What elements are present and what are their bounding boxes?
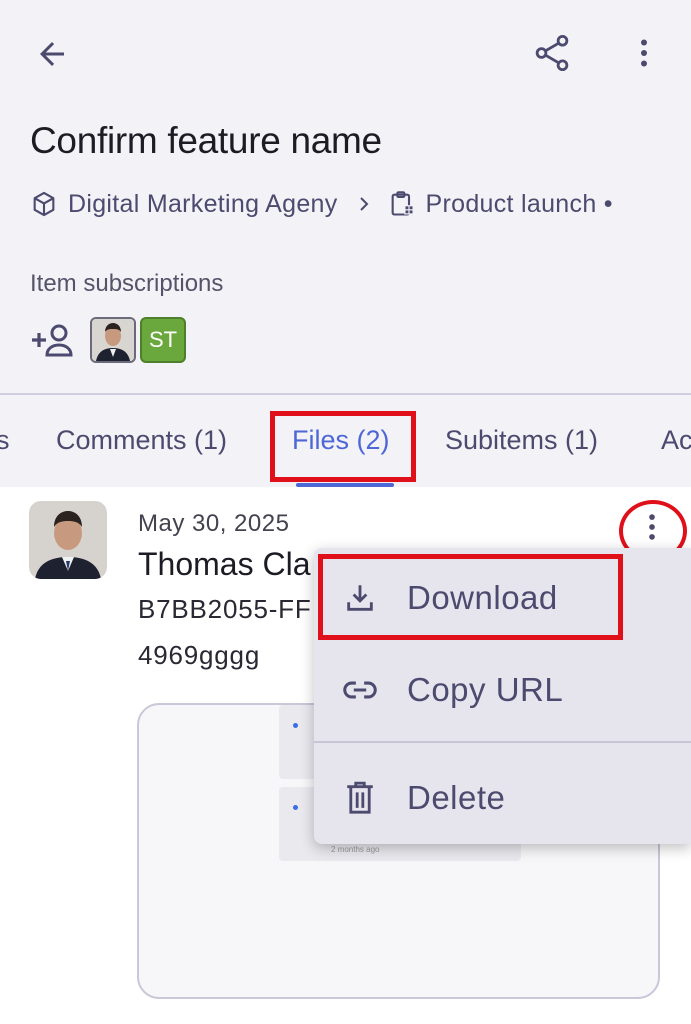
menu-divider: [314, 741, 691, 743]
subscribers-row: ST: [30, 316, 186, 364]
menu-item-copy-url-label: Copy URL: [407, 671, 564, 708]
share-icon: [535, 34, 569, 72]
menu-item-copy-url[interactable]: Copy URL: [314, 650, 691, 730]
tab-partial-right[interactable]: Ac: [661, 425, 691, 456]
file-id-line2: 4969gggg: [138, 640, 261, 670]
file-date: May 30, 2025: [138, 510, 290, 537]
files-tab-highlight: [270, 411, 416, 482]
file-uploader-name: Thomas Cla: [138, 546, 311, 582]
back-button[interactable]: [28, 30, 76, 78]
clipboard-icon: [388, 190, 416, 218]
preview-bullet: [293, 723, 298, 728]
subscriptions-label: Item subscriptions: [30, 270, 224, 297]
uploader-avatar: [29, 501, 107, 579]
tab-partial-left[interactable]: s: [0, 425, 10, 456]
subscriber-avatar-initials[interactable]: ST: [140, 317, 186, 363]
tab-subitems[interactable]: Subitems (1): [445, 425, 598, 456]
breadcrumb-board[interactable]: Product launch •: [426, 190, 613, 219]
menu-item-delete-label: Delete: [407, 779, 506, 816]
more-options-button[interactable]: [622, 28, 666, 78]
share-button[interactable]: [528, 28, 576, 78]
breadcrumb: Digital Marketing Ageny Product launch •: [30, 186, 613, 222]
item-header: Confirm feature name Digital Marketing A…: [0, 0, 691, 393]
file-id-line1: B7BB2055-FF: [138, 594, 312, 624]
cube-icon: [30, 190, 58, 218]
page-title: Confirm feature name: [30, 120, 382, 161]
menu-item-delete[interactable]: Delete: [314, 758, 691, 838]
download-highlight: [318, 554, 623, 640]
link-icon: [342, 672, 378, 708]
preview-timestamp: 2 months ago: [331, 845, 380, 854]
arrow-left-icon: [40, 42, 64, 66]
tab-comments[interactable]: Comments (1): [56, 425, 227, 456]
trash-icon: [342, 780, 378, 816]
breadcrumb-workspace[interactable]: Digital Marketing Ageny: [68, 190, 338, 219]
person-add-icon: [32, 324, 73, 357]
preview-bullet: [293, 805, 298, 810]
chevron-right-icon: [356, 194, 372, 214]
more-vert-icon: [641, 39, 647, 67]
add-subscriber-button[interactable]: [30, 320, 80, 360]
subscriber-avatar-photo[interactable]: [90, 317, 136, 363]
